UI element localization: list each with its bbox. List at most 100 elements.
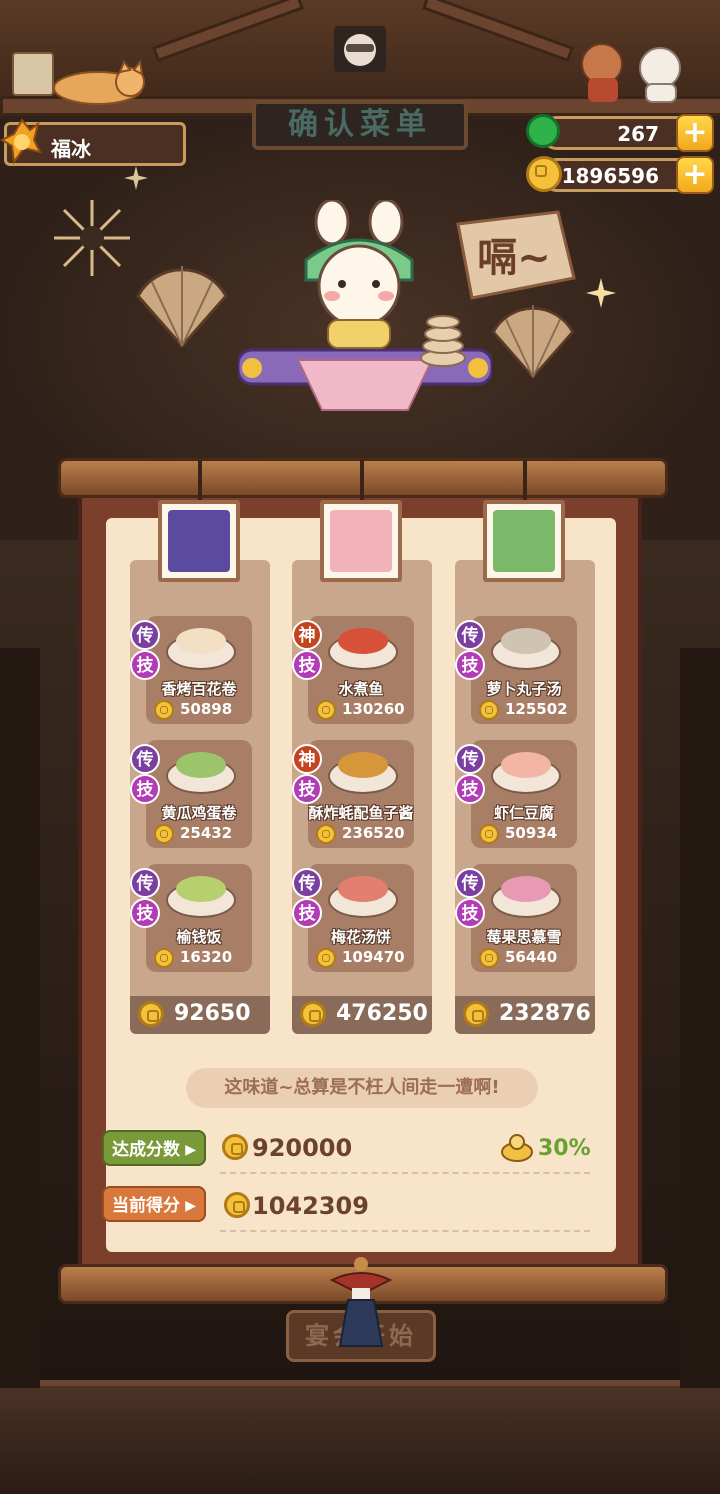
dish-food-icon bbox=[338, 876, 388, 902]
diner-comment: 这味道~总算是不枉人间走一遭啊! bbox=[186, 1068, 538, 1108]
player-avatar-icon[interactable] bbox=[0, 116, 44, 170]
coin-icon bbox=[316, 948, 336, 968]
right-fan-icon bbox=[491, 305, 575, 380]
coin-icon bbox=[316, 824, 336, 844]
raccoon-portrait-icon bbox=[334, 26, 386, 72]
add-jade-button[interactable]: + bbox=[676, 114, 714, 152]
skill-badge: 技 bbox=[130, 650, 160, 680]
column-total-value: 92650 bbox=[174, 1001, 251, 1026]
skill-badge: 技 bbox=[130, 774, 160, 804]
dish-score: 16320 bbox=[180, 948, 233, 966]
left-window bbox=[0, 648, 40, 1388]
speech-bubble-text-wrap: 嗝~ bbox=[448, 208, 580, 304]
dish-card[interactable]: 香烤百花卷 50898 bbox=[146, 616, 252, 724]
dish-score: 50898 bbox=[180, 700, 233, 718]
current-score-tag: 当前得分 ▶ bbox=[102, 1186, 206, 1222]
dish-score: 109470 bbox=[342, 948, 405, 966]
divider bbox=[220, 1230, 590, 1232]
chef-portrait[interactable] bbox=[483, 500, 565, 582]
dish-card[interactable]: 黄瓜鸡蛋卷 25432 bbox=[146, 740, 252, 848]
coin-icon bbox=[479, 948, 499, 968]
firework-sparkle-icon bbox=[54, 200, 130, 276]
coin-amount: 51896596 bbox=[547, 164, 659, 188]
coin-icon bbox=[154, 700, 174, 720]
coin-icon bbox=[222, 1134, 248, 1160]
rarity-badge: 传 bbox=[292, 868, 322, 898]
dish-card[interactable]: 水煮鱼 130260 bbox=[308, 616, 414, 724]
dish-name: 虾仁豆腐 bbox=[493, 804, 554, 822]
speech-text: 嗝~ bbox=[477, 235, 551, 281]
skill-badge: 技 bbox=[455, 650, 485, 680]
chef-portrait[interactable] bbox=[158, 500, 240, 582]
dish-card[interactable]: 虾仁豆腐 50934 bbox=[471, 740, 577, 848]
coin-icon bbox=[479, 700, 499, 720]
skill-badge: 技 bbox=[292, 898, 322, 928]
confirm-menu-sign: 确认菜单 bbox=[252, 100, 468, 150]
player-name: 福冰 bbox=[51, 137, 91, 161]
hanging-string bbox=[198, 460, 202, 504]
coin-icon bbox=[526, 156, 562, 192]
dish-score: 56440 bbox=[505, 948, 558, 966]
coin-icon bbox=[224, 1192, 250, 1218]
dish-food-icon bbox=[176, 876, 226, 902]
dish-name: 香烤百花卷 bbox=[161, 680, 237, 698]
hanging-string bbox=[523, 460, 527, 504]
dish-name: 萝卜丸子汤 bbox=[486, 680, 562, 698]
rarity-badge: 传 bbox=[455, 744, 485, 774]
coin-icon bbox=[154, 948, 174, 968]
target-score-label: 达成分数 bbox=[112, 1140, 180, 1160]
skill-badge: 技 bbox=[292, 774, 322, 804]
dish-card[interactable]: 梅花汤饼 109470 bbox=[308, 864, 414, 972]
small-sparkle-icon bbox=[124, 166, 148, 190]
dish-card[interactable]: 榆钱饭 16320 bbox=[146, 864, 252, 972]
bunny-diner-character-icon[interactable] bbox=[292, 200, 426, 350]
tassel-knot-icon bbox=[329, 1257, 393, 1347]
dish-food-icon bbox=[176, 628, 226, 654]
dish-score: 25432 bbox=[180, 824, 233, 842]
jade-amount: 267 bbox=[617, 122, 659, 146]
target-score-value: 920000 bbox=[252, 1134, 353, 1162]
chef-avatar-icon bbox=[330, 510, 392, 572]
skill-badge: 技 bbox=[455, 774, 485, 804]
dish-score: 236520 bbox=[342, 824, 405, 842]
divider bbox=[220, 1172, 590, 1174]
coin-icon bbox=[300, 1001, 326, 1027]
dish-card[interactable]: 萝卜丸子汤 125502 bbox=[471, 616, 577, 724]
dish-card[interactable]: 酥炸蚝配鱼子酱 236520 bbox=[308, 740, 414, 848]
hanging-string bbox=[360, 460, 364, 504]
chef-portrait[interactable] bbox=[320, 500, 402, 582]
target-score-tag: 达成分数 ▶ bbox=[102, 1130, 206, 1166]
paw-sign bbox=[12, 52, 54, 96]
plate-stack-icon bbox=[420, 315, 466, 367]
bonus-percent: 30% bbox=[538, 1136, 591, 1161]
rarity-badge: 传 bbox=[130, 868, 160, 898]
dish-name: 水煮鱼 bbox=[338, 680, 384, 698]
coin-icon bbox=[479, 824, 499, 844]
arrow-right-icon: ▶ bbox=[185, 1142, 196, 1158]
roof-characters-icon bbox=[581, 43, 681, 103]
column-total-value: 232876 bbox=[499, 1001, 591, 1026]
bonus-pot-icon bbox=[501, 1134, 533, 1162]
skill-badge: 技 bbox=[130, 898, 160, 928]
rarity-badge: 神 bbox=[292, 744, 322, 774]
jade-icon bbox=[526, 114, 560, 148]
dish-food-icon bbox=[338, 752, 388, 778]
dish-name: 榆钱饭 bbox=[176, 928, 222, 946]
skill-badge: 技 bbox=[455, 898, 485, 928]
dish-food-icon bbox=[501, 752, 551, 778]
arrow-right-icon: ▶ bbox=[185, 1198, 196, 1214]
skill-badge: 技 bbox=[292, 650, 322, 680]
dish-card[interactable]: 莓果思慕雪 56440 bbox=[471, 864, 577, 972]
dish-score: 125502 bbox=[505, 700, 568, 718]
dish-score: 130260 bbox=[342, 700, 405, 718]
add-coins-button[interactable]: + bbox=[676, 156, 714, 194]
floor bbox=[0, 1380, 720, 1494]
dish-food-icon bbox=[338, 628, 388, 654]
coin-icon bbox=[154, 824, 174, 844]
rarity-badge: 神 bbox=[292, 620, 322, 650]
coin-icon bbox=[316, 700, 336, 720]
rarity-badge: 传 bbox=[130, 620, 160, 650]
current-score-value: 1042309 bbox=[252, 1192, 369, 1220]
right-window bbox=[680, 648, 720, 1388]
column-total: 232876 bbox=[455, 996, 595, 1034]
